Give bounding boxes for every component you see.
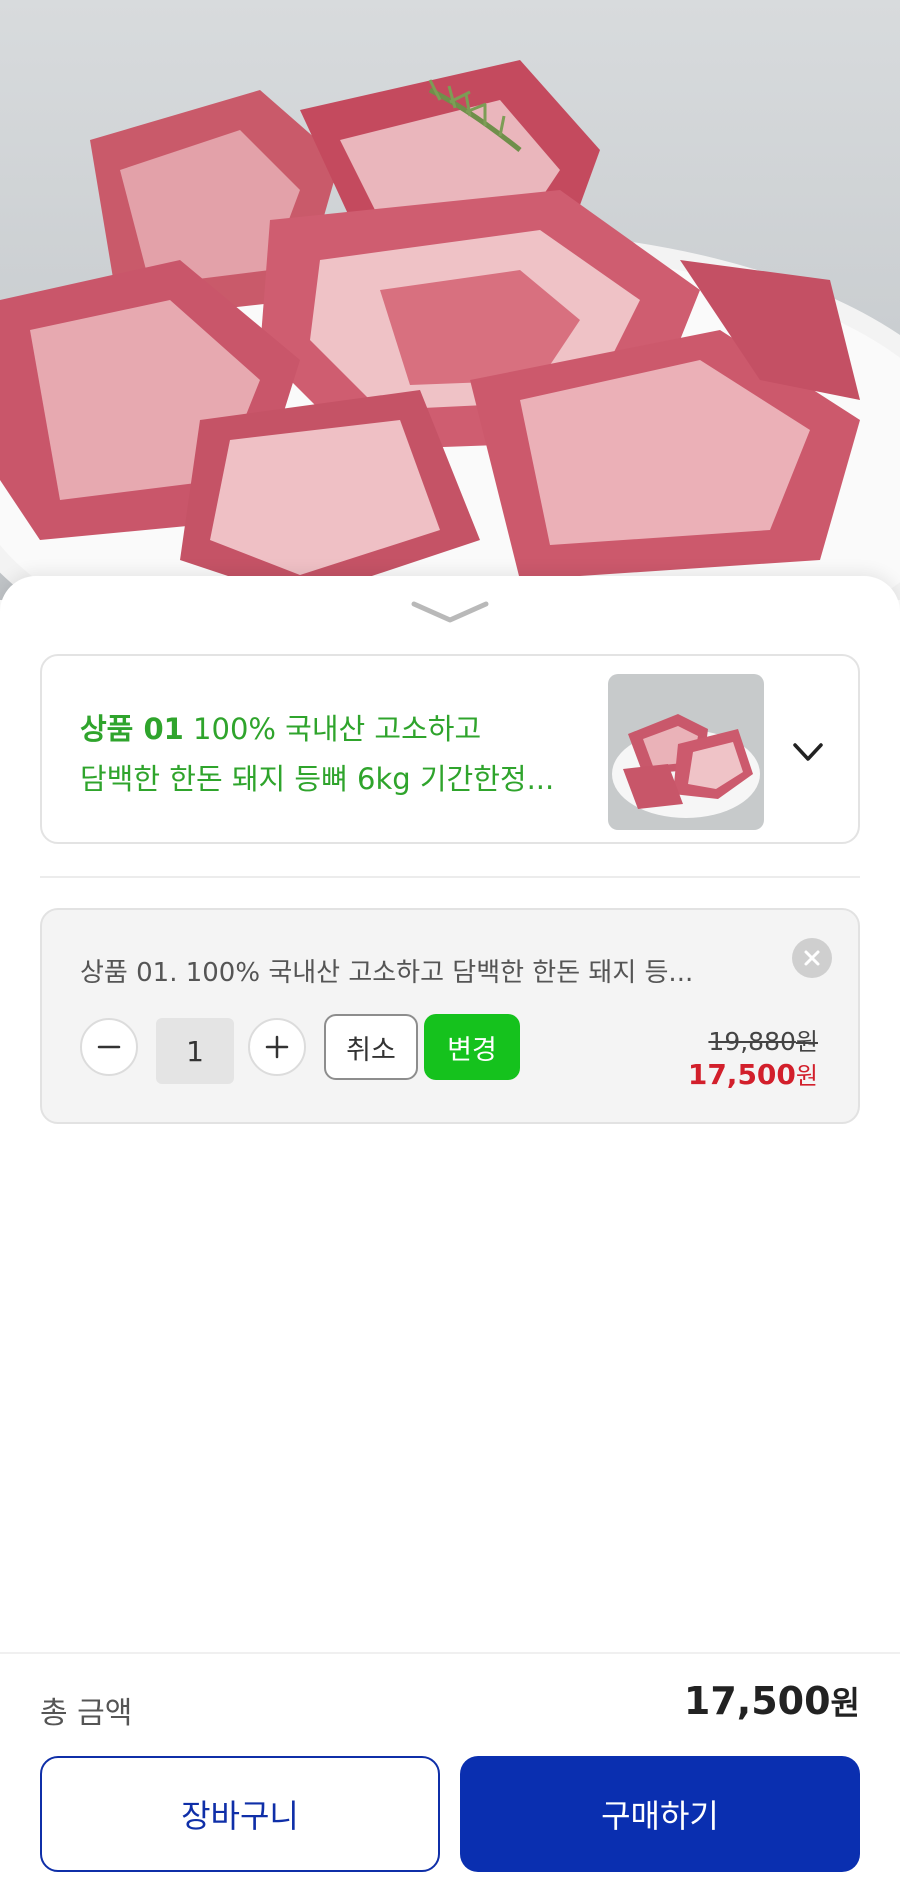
footer-divider (0, 1652, 900, 1654)
option-name: 상품 01. 100% 국내산 고소하고 담백한 한돈 돼지 등... (80, 958, 694, 988)
product-select-title: 상품 01 100% 국내산 고소하고 담백한 한돈 돼지 등뼈 6kg 기간한… (80, 704, 600, 804)
total-price-unit: 원 (830, 1684, 860, 1722)
total-price-value: 17,500 (683, 1679, 831, 1723)
add-to-cart-button[interactable]: 장바구니 (40, 1756, 440, 1872)
original-price-value: 19,880 (708, 1027, 796, 1056)
quantity-input[interactable]: 1 (156, 1018, 234, 1084)
total-label: 총 금액 (40, 1696, 133, 1731)
product-hero-image (0, 0, 900, 600)
chevron-down-icon[interactable] (790, 734, 826, 770)
product-select-dropdown[interactable]: 상품 01 100% 국내산 고소하고 담백한 한돈 돼지 등뼈 6kg 기간한… (40, 654, 860, 844)
quantity-decrease-button[interactable] (80, 1018, 138, 1076)
chevron-down-icon[interactable] (408, 596, 492, 628)
close-icon (804, 950, 820, 966)
original-price-unit: 원 (795, 1028, 818, 1056)
product-title-line1: 100% 국내산 고소하고 (183, 712, 482, 746)
cancel-button[interactable]: 취소 (324, 1014, 418, 1080)
buy-now-button[interactable]: 구매하기 (460, 1756, 860, 1872)
product-code: 상품 01 (80, 712, 184, 746)
sale-price-value: 17,500 (687, 1058, 796, 1091)
minus-icon (97, 1045, 121, 1049)
total-price: 17,500원 (684, 1678, 860, 1724)
sale-price-unit: 원 (795, 1062, 818, 1090)
remove-option-button[interactable] (792, 938, 832, 978)
quantity-increase-button[interactable] (248, 1018, 306, 1076)
product-title-line2: 담백한 한돈 돼지 등뼈 6kg 기간한정... (80, 762, 555, 796)
divider (40, 876, 860, 878)
sale-price: 17,500원 (688, 1056, 818, 1091)
original-price: 19,880원 (708, 1022, 818, 1057)
selected-option-card: 상품 01. 100% 국내산 고소하고 담백한 한돈 돼지 등... 1 취소… (40, 908, 860, 1124)
plus-icon (265, 1035, 289, 1059)
change-button[interactable]: 변경 (424, 1014, 520, 1080)
product-thumbnail (608, 674, 764, 830)
